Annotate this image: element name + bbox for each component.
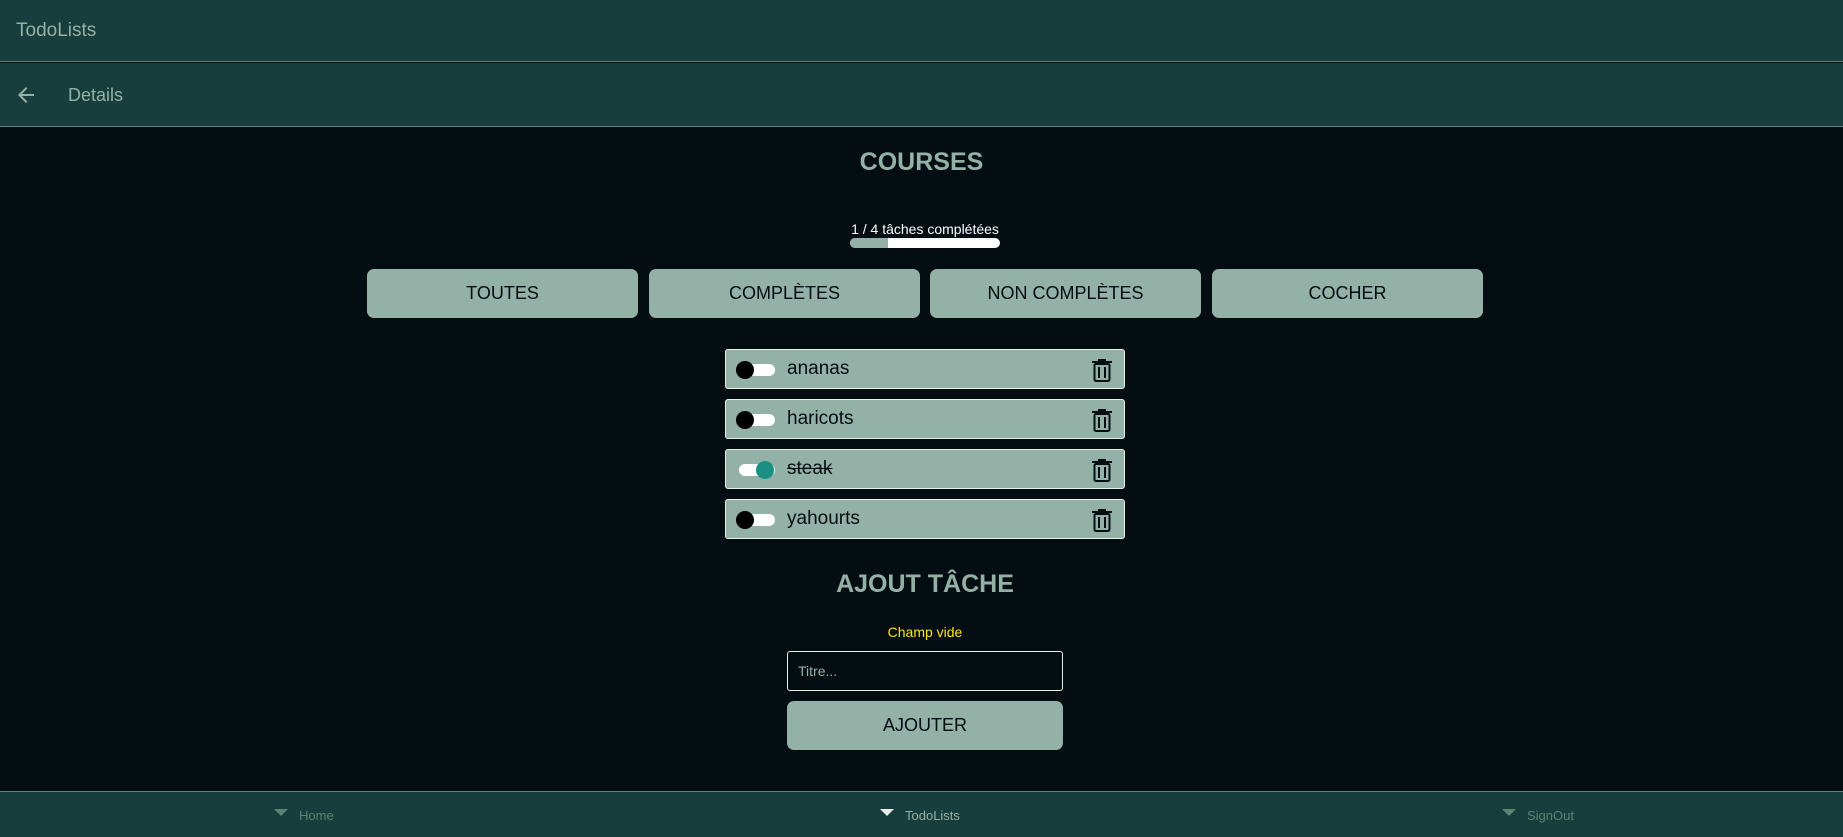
trash-icon[interactable] (1090, 457, 1114, 483)
trash-icon[interactable] (1090, 507, 1114, 533)
done-toggle[interactable] (736, 361, 776, 379)
bottom-nav: Home TodoLists SignOut (0, 791, 1843, 837)
nav-todolists-label: TodoLists (905, 808, 960, 823)
arrow-left-icon[interactable] (14, 83, 38, 107)
progress-fill (850, 238, 888, 248)
page-title: Details (68, 85, 124, 105)
add-task-title: AJOUT TÂCHE (836, 570, 1014, 598)
nav-signout[interactable]: SignOut (1502, 808, 1574, 823)
caret-down-icon (274, 809, 288, 816)
todo-label: yahourts (787, 508, 860, 529)
caret-down-icon (880, 809, 894, 816)
toggle-thumb (736, 511, 754, 529)
filter-all-button[interactable]: TOUTES (367, 269, 638, 318)
todo-item: ananas (725, 349, 1125, 389)
nav-home[interactable]: Home (274, 808, 334, 823)
nav-signout-label: SignOut (1527, 808, 1574, 823)
details-header: Details (0, 63, 1843, 127)
app-bar: TodoLists (0, 0, 1843, 62)
toggle-thumb (736, 411, 754, 429)
progress-bar (850, 238, 1000, 248)
todo-label: haricots (787, 408, 854, 429)
trash-icon[interactable] (1090, 357, 1114, 383)
todo-item: yahourts (725, 499, 1125, 539)
caret-down-icon (1502, 809, 1516, 816)
nav-todolists[interactable]: TodoLists (880, 808, 960, 823)
done-toggle[interactable] (736, 511, 776, 529)
toggle-thumb (756, 461, 774, 479)
toggle-thumb (736, 361, 754, 379)
done-toggle[interactable] (736, 411, 776, 429)
list-title: COURSES (859, 148, 984, 176)
check-all-button[interactable]: COCHER (1212, 269, 1483, 318)
done-toggle[interactable] (736, 461, 776, 479)
task-title-input[interactable] (787, 651, 1063, 691)
trash-icon[interactable] (1090, 407, 1114, 433)
todo-item: haricots (725, 399, 1125, 439)
filter-uncompleted-button[interactable]: NON COMPLÈTES (930, 269, 1201, 318)
filter-completed-button[interactable]: COMPLÈTES (649, 269, 920, 318)
todo-label: steak (787, 458, 833, 479)
app-title: TodoLists (16, 20, 97, 41)
empty-field-warning: Champ vide (887, 624, 963, 640)
todo-label: ananas (787, 358, 850, 379)
add-button[interactable]: AJOUTER (787, 701, 1063, 750)
progress-text: 1 / 4 tâches complétées (851, 221, 999, 237)
todo-item: steak (725, 449, 1125, 489)
nav-home-label: Home (299, 808, 334, 823)
